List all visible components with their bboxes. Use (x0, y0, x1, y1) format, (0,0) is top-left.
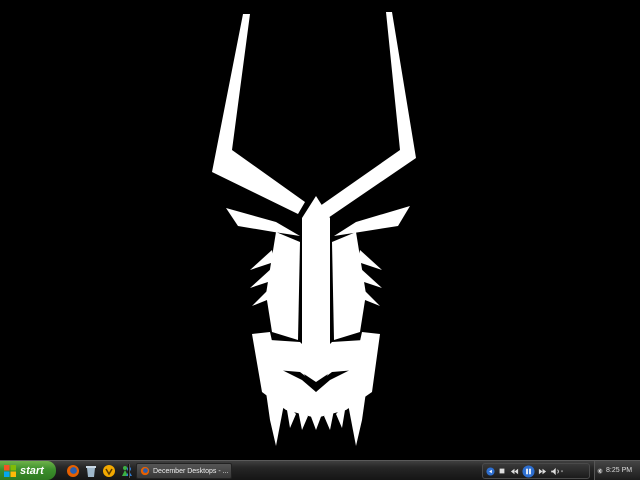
previous-icon[interactable] (485, 466, 495, 476)
taskbar: start December Desktops - ... 8:25 PM (0, 460, 640, 480)
taskbar-window-button[interactable]: December Desktops - ... (136, 463, 232, 479)
start-label: start (20, 464, 44, 477)
media-player-toolbar (482, 463, 590, 479)
firefox-icon[interactable] (66, 464, 80, 478)
winamp-icon[interactable] (102, 464, 116, 478)
firefox-icon (140, 466, 150, 476)
pause-icon[interactable] (521, 464, 535, 478)
rewind-icon[interactable] (509, 466, 519, 476)
taskbar-separator (128, 464, 130, 478)
windows-logo-icon (4, 464, 16, 477)
stop-icon[interactable] (497, 466, 507, 476)
recycle-bin-icon[interactable] (84, 464, 98, 478)
messenger-icon[interactable] (120, 464, 134, 478)
system-tray: 8:25 PM (594, 461, 640, 480)
demon-mask-wallpaper (212, 12, 416, 446)
start-button[interactable]: start (0, 461, 56, 480)
desktop[interactable] (0, 0, 640, 460)
volume-icon[interactable] (549, 466, 565, 476)
taskbar-window-title: December Desktops - ... (153, 467, 229, 475)
clock[interactable]: 8:25 PM (606, 467, 632, 474)
forward-icon[interactable] (537, 466, 547, 476)
tray-show-icon[interactable] (597, 462, 603, 480)
quick-launch-bar (66, 463, 134, 479)
